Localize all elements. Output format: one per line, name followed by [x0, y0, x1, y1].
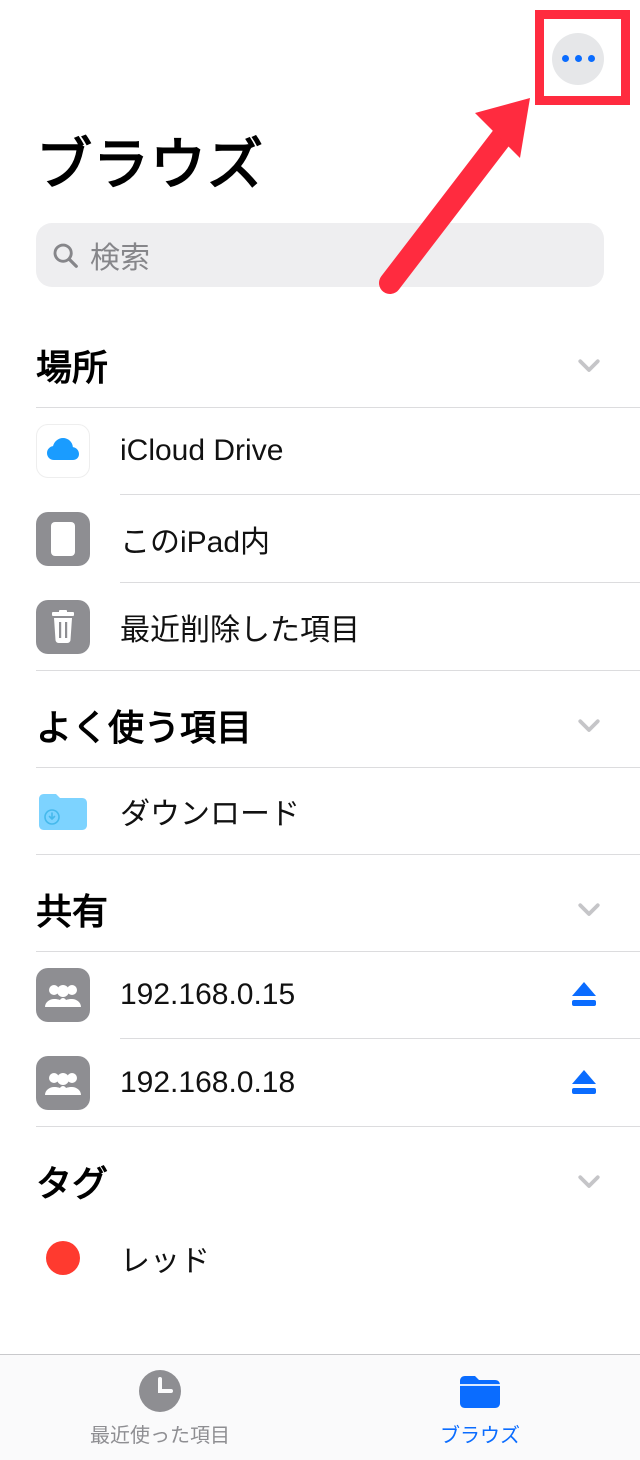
- chevron-down-icon: [574, 350, 604, 380]
- location-item-icloud-drive[interactable]: iCloud Drive: [0, 407, 640, 495]
- tab-label: ブラウズ: [440, 1419, 520, 1448]
- shared-server-icon: [36, 968, 90, 1022]
- chevron-down-icon: [574, 894, 604, 924]
- row-label: 192.168.0.15: [120, 978, 564, 1012]
- row-label: レッド: [120, 1236, 604, 1280]
- row-label: 最近削除した項目: [120, 605, 604, 649]
- tab-label: 最近使った項目: [90, 1419, 230, 1448]
- section-header-label: よく使う項目: [36, 699, 252, 751]
- section-header-shared[interactable]: 共有: [0, 855, 640, 951]
- tab-browse[interactable]: ブラウズ: [320, 1355, 640, 1460]
- search-icon: [50, 240, 80, 270]
- shared-item[interactable]: 192.168.0.15: [0, 951, 640, 1039]
- eject-button[interactable]: [564, 1063, 604, 1103]
- locations-list: iCloud Drive このiPad内: [0, 407, 640, 671]
- tabbar: 最近使った項目 ブラウズ: [0, 1354, 640, 1460]
- section-header-label: タグ: [36, 1155, 108, 1207]
- favorite-item-downloads[interactable]: ダウンロード: [0, 767, 640, 855]
- row-label: ダウンロード: [120, 789, 604, 833]
- favorites-list: ダウンロード: [0, 767, 640, 855]
- search-input[interactable]: 検索: [36, 223, 604, 287]
- tab-recent[interactable]: 最近使った項目: [0, 1355, 320, 1460]
- shared-server-icon: [36, 1056, 90, 1110]
- location-item-recently-deleted[interactable]: 最近削除した項目: [0, 583, 640, 671]
- search-wrap: 検索: [0, 213, 640, 311]
- tag-item-red[interactable]: レッド: [0, 1223, 640, 1293]
- top-row: [0, 0, 640, 95]
- chevron-down-icon: [574, 710, 604, 740]
- row-label: iCloud Drive: [120, 434, 604, 468]
- row-label: このiPad内: [120, 517, 604, 561]
- section-header-label: 共有: [36, 883, 108, 935]
- section-header-locations[interactable]: 場所: [0, 311, 640, 407]
- section-header-label: 場所: [36, 339, 108, 391]
- section-header-favorites[interactable]: よく使う項目: [0, 671, 640, 767]
- chevron-down-icon: [574, 1166, 604, 1196]
- ipad-icon: [36, 512, 90, 566]
- tag-color-dot: [46, 1241, 80, 1275]
- more-icon: [562, 55, 569, 62]
- folder-icon: [456, 1367, 504, 1415]
- more-options-button[interactable]: [552, 33, 604, 85]
- eject-button[interactable]: [564, 975, 604, 1015]
- trash-icon: [36, 600, 90, 654]
- location-item-on-ipad[interactable]: このiPad内: [0, 495, 640, 583]
- search-placeholder: 検索: [90, 233, 150, 277]
- row-label: 192.168.0.18: [120, 1066, 564, 1100]
- icloud-icon: [36, 424, 90, 478]
- downloads-folder-icon: [36, 784, 90, 838]
- section-header-tags[interactable]: タグ: [0, 1127, 640, 1223]
- shared-list: 192.168.0.15 192.168.0.18: [0, 951, 640, 1127]
- tags-list: レッド: [0, 1223, 640, 1293]
- shared-item[interactable]: 192.168.0.18: [0, 1039, 640, 1127]
- clock-icon: [136, 1367, 184, 1415]
- page-title: ブラウズ: [0, 95, 640, 213]
